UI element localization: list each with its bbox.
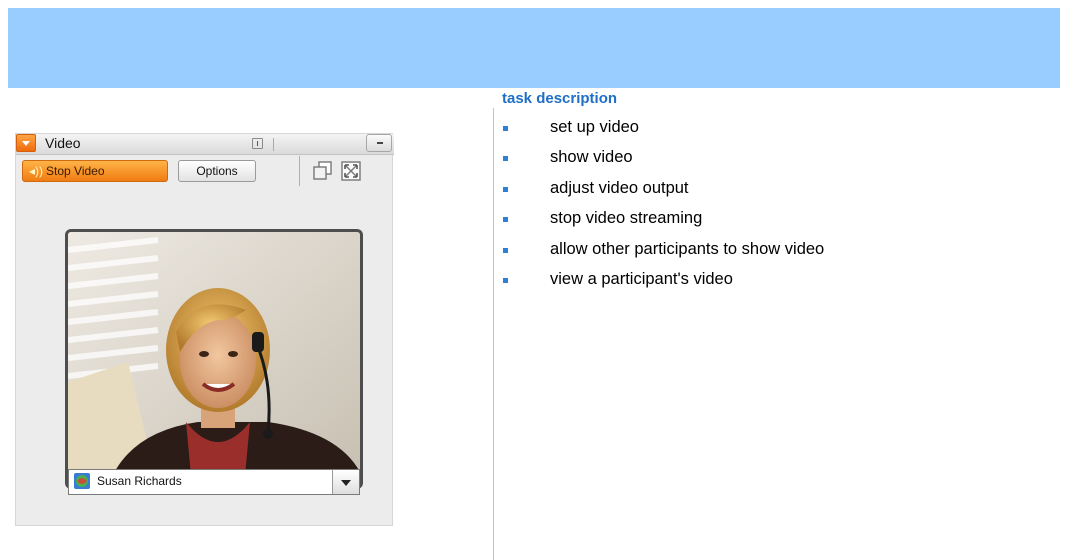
participant-selector[interactable]: Susan Richards — [68, 469, 360, 495]
task-item-label: allow other participants to show video — [550, 239, 825, 258]
participant-icon — [74, 473, 90, 489]
pod-menu-icon[interactable] — [16, 134, 36, 152]
task-item-label: set up video — [550, 118, 639, 136]
titlebar-separator — [273, 138, 274, 151]
fullscreen-icon[interactable] — [340, 160, 362, 182]
bullet-icon — [503, 126, 508, 131]
stop-video-label: Stop Video — [46, 164, 105, 178]
toolbar-separator — [299, 156, 300, 186]
participant-name: Susan Richards — [97, 474, 182, 488]
options-button[interactable]: Options — [178, 160, 256, 182]
task-description-heading: task description — [502, 90, 618, 107]
task-item-label: stop video streaming — [550, 209, 703, 228]
grip-icon[interactable] — [252, 138, 263, 149]
bullet-icon — [503, 217, 508, 223]
participant-video-image — [68, 232, 360, 486]
options-label: Options — [196, 164, 238, 178]
header-banner — [8, 8, 1060, 88]
bullet-icon — [503, 247, 508, 253]
column-divider — [493, 108, 494, 560]
bullet-icon — [503, 156, 508, 162]
pod-title: Video — [45, 135, 81, 151]
popout-icon[interactable] — [312, 160, 334, 182]
minimize-icon[interactable] — [366, 134, 392, 152]
bullet-icon — [503, 277, 508, 283]
stop-video-button[interactable]: ◂)) Stop Video — [22, 160, 168, 182]
task-item-label: adjust video output — [550, 178, 689, 197]
dropdown-icon[interactable] — [332, 470, 359, 494]
pod-titlebar[interactable]: Video — [16, 134, 394, 155]
task-item-label: view a participant's video — [550, 269, 733, 288]
play-icon: ◂)) — [29, 164, 44, 178]
participant-video[interactable] — [65, 229, 363, 489]
video-pod: Video ◂)) Stop Video Options Susan Richa… — [15, 133, 394, 526]
task-item-label: show video — [550, 148, 633, 167]
bullet-icon — [503, 186, 508, 192]
